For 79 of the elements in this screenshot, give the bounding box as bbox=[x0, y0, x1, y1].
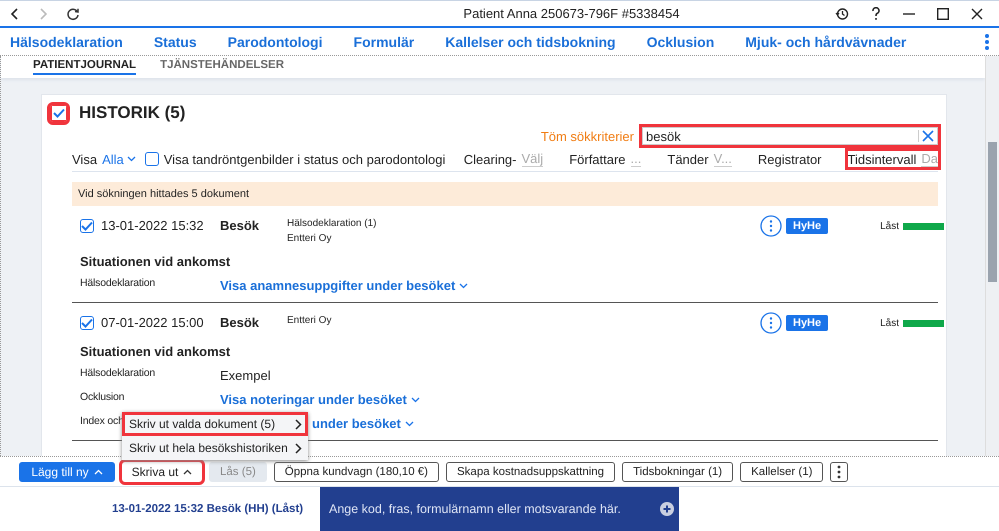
scrollbar[interactable] bbox=[985, 56, 999, 456]
filter-dropdown[interactable]: Författare ... bbox=[569, 151, 642, 167]
chevron-right-icon bbox=[295, 418, 302, 430]
nav-tab[interactable]: Formulär bbox=[354, 34, 414, 50]
command-field[interactable]: Ange kod, fras, formulärnamn eller motsvarande här. bbox=[320, 487, 679, 531]
toolbar-button[interactable]: Öppna kundvagn (180,10 €) bbox=[274, 462, 440, 482]
search-field[interactable]: besök bbox=[642, 127, 938, 145]
checkbox[interactable] bbox=[80, 218, 94, 232]
chevron-down-icon bbox=[126, 156, 136, 162]
author-badge: HyHe bbox=[786, 315, 828, 331]
entry-detail: Entteri Oy bbox=[287, 233, 332, 244]
expand-link[interactable]: Visa anamnesuppgifter under besöket bbox=[220, 278, 468, 293]
chevron-down-icon bbox=[459, 282, 468, 288]
nav-tab[interactable]: Parodontologi bbox=[228, 34, 323, 50]
chevron-right-icon bbox=[295, 442, 302, 454]
menu-item[interactable]: Skriv ut valda dokument (5) bbox=[122, 412, 308, 436]
clear-icon[interactable] bbox=[922, 130, 934, 142]
expand-link[interactable]: Visa noteringar under besöket bbox=[220, 392, 420, 407]
add-icon[interactable] bbox=[660, 502, 674, 516]
status-bar-indicator bbox=[903, 222, 944, 230]
author-badge: HyHe bbox=[786, 218, 828, 234]
status-label: Låst bbox=[880, 318, 900, 328]
toolbar-button[interactable]: Kallelser (1) bbox=[740, 462, 824, 482]
filter-dropdown[interactable]: Tidsintervall Da bbox=[848, 151, 938, 167]
entry-type: Besök bbox=[220, 315, 260, 330]
more-icon[interactable] bbox=[760, 312, 782, 334]
status-label: Låst bbox=[880, 220, 900, 232]
add-new-button[interactable]: Lägg till ny bbox=[19, 462, 115, 482]
menu-item[interactable]: Skriv ut hela besökshistoriken bbox=[122, 436, 308, 460]
filter-dropdown[interactable]: Tänder V... bbox=[667, 151, 732, 167]
field-label: Ocklusion bbox=[80, 391, 124, 403]
nav-tab[interactable]: Kallelser och tidsbokning bbox=[445, 34, 616, 50]
section-heading: Situationen vid ankomst bbox=[80, 254, 232, 269]
sub-tab[interactable]: PATIENTJOURNAL bbox=[33, 56, 136, 75]
field-value: Exempel bbox=[220, 368, 271, 383]
checkbox[interactable] bbox=[144, 152, 159, 166]
show-label: Visa bbox=[72, 152, 98, 166]
expand-link[interactable]: under besöket bbox=[312, 416, 414, 431]
help-icon[interactable] bbox=[871, 6, 881, 20]
more-icon bbox=[837, 464, 842, 478]
field-label: Hälsodeklaration bbox=[80, 367, 156, 379]
status-bar-indicator bbox=[903, 320, 944, 326]
section-heading: Situationen vid ankomst bbox=[80, 344, 232, 359]
chevron-up-icon bbox=[183, 468, 192, 474]
nav-tab[interactable]: Status bbox=[154, 34, 197, 50]
refresh-icon[interactable] bbox=[66, 6, 80, 20]
filter-dropdown[interactable]: Registrator bbox=[758, 151, 822, 167]
checkbox-label: Visa tandröntgenbilder i status och parodontologi bbox=[164, 152, 446, 166]
chevron-down-icon bbox=[410, 396, 420, 402]
field-label: Hälsodeklaration bbox=[80, 277, 156, 289]
window-title: Patient Anna 250673-796F #5338454 bbox=[462, 6, 681, 21]
nav-tab[interactable]: Mjuk- och hårdvävnader bbox=[745, 34, 906, 50]
section-title: HISTORIK (5) bbox=[79, 103, 186, 123]
toolbar-button[interactable]: Tidsbokningar (1) bbox=[622, 462, 734, 482]
maximize-icon[interactable] bbox=[937, 8, 949, 20]
nav-tab[interactable]: Hälsodeklaration bbox=[10, 34, 123, 50]
entry-detail: Entteri Oy bbox=[287, 315, 332, 326]
more-icon[interactable] bbox=[984, 33, 990, 51]
checkbox[interactable] bbox=[80, 316, 94, 330]
sub-tab[interactable]: TJÄNSTEHÄNDELSER bbox=[160, 56, 284, 75]
close-icon[interactable] bbox=[971, 8, 983, 20]
current-document: 13-01-2022 15:32 Besök (HH) (Låst) bbox=[111, 502, 304, 517]
entry-type: Besök bbox=[220, 218, 260, 233]
checkbox[interactable] bbox=[50, 104, 67, 122]
back-icon[interactable] bbox=[10, 6, 20, 20]
nav-tab[interactable]: Ocklusion bbox=[646, 34, 714, 50]
entry-detail: Hälsodeklaration (1) bbox=[287, 218, 378, 229]
search-result-notice: Vid sökningen hittades 5 dokument bbox=[72, 182, 938, 206]
filter-dropdown[interactable]: Clearing- Välj bbox=[464, 151, 544, 167]
toolbar-button[interactable]: Skapa kostnadsuppskattning bbox=[446, 462, 616, 482]
chevron-down-icon bbox=[404, 420, 414, 426]
print-button[interactable]: Skriva ut bbox=[122, 462, 202, 482]
chevron-up-icon bbox=[94, 468, 103, 474]
history-icon[interactable] bbox=[835, 6, 849, 20]
more-icon[interactable] bbox=[760, 215, 782, 237]
show-dropdown[interactable]: Alla bbox=[102, 152, 136, 166]
entry-date: 07-01-2022 15:00 bbox=[101, 315, 204, 330]
entry-date: 13-01-2022 15:32 bbox=[101, 218, 204, 233]
more-button[interactable] bbox=[830, 462, 848, 482]
